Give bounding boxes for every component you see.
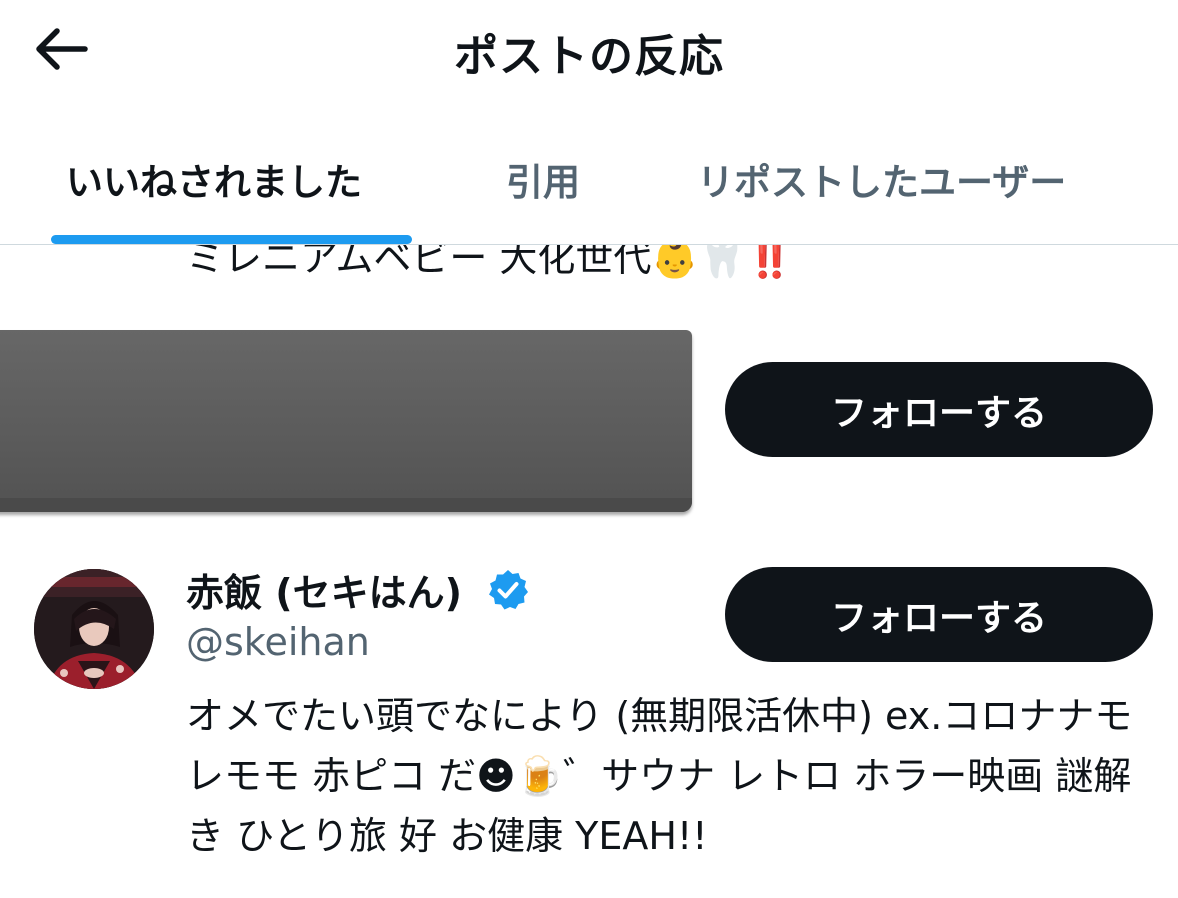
previous-user-bio: ミレニアムベビー 大化世代👶🦷‼️ [186,245,794,280]
tab-quotes[interactable]: 引用 [506,152,580,206]
tab-reposts[interactable]: リポストしたユーザー [697,152,1066,206]
tab-divider [0,244,1178,245]
post-reactions-screen: ポストの反応 いいねされました 引用 リポストしたユーザー ミレニアムベビー 大… [0,0,1178,898]
verified-badge-icon [489,570,528,610]
page-title: ポストの反応 [454,31,724,82]
previous-user-bio-clip: ミレニアムベビー 大化世代👶🦷‼️ [0,245,1178,305]
selected-tab-indicator [51,235,412,244]
tab-liked[interactable]: いいねされました [66,152,362,206]
user-handle[interactable]: @skeihan [186,620,370,664]
avatar-image [34,569,154,689]
user-bio: オメでたい頭でなにより (無期限活休中) ex.コロナナモレモモ 赤ピコ だ☻🍺… [186,694,1133,858]
avatar[interactable] [34,569,154,689]
display-name[interactable]: 赤飯 (セキはん) [186,562,462,617]
follow-button-previous-user[interactable]: フォローする [725,362,1153,457]
redacted-user-block [0,330,692,512]
follow-button[interactable]: フォローする [725,567,1153,662]
